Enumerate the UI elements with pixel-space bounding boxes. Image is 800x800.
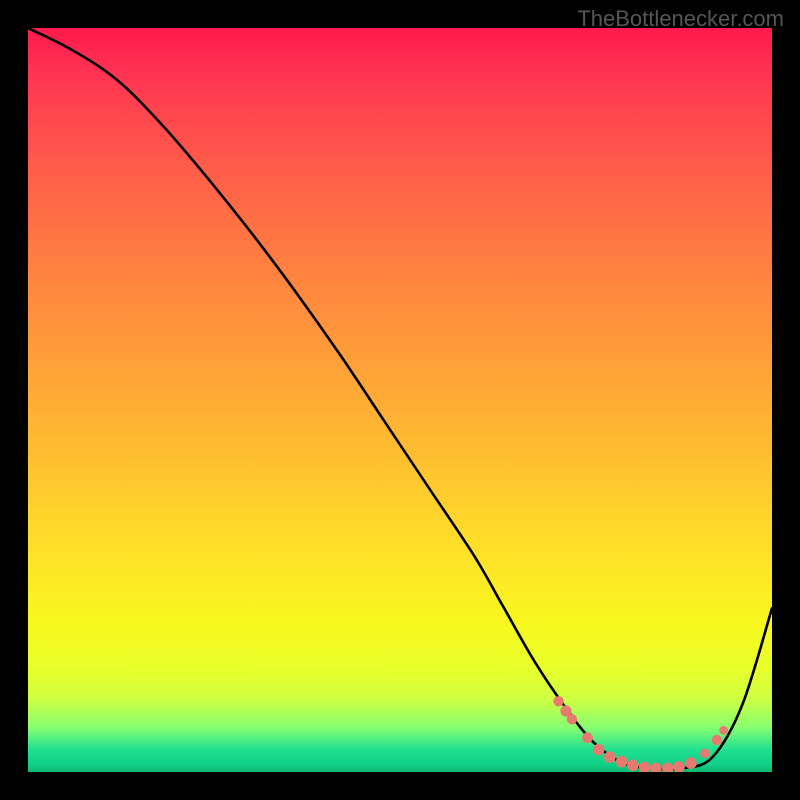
highlight-dot bbox=[582, 732, 593, 743]
highlight-dot bbox=[712, 735, 722, 745]
highlight-dot bbox=[662, 763, 674, 773]
highlight-dot bbox=[567, 714, 577, 724]
highlight-dot bbox=[719, 726, 728, 735]
highlight-dot bbox=[650, 763, 662, 773]
highlight-dot bbox=[639, 762, 651, 772]
chart-svg bbox=[28, 28, 772, 772]
highlight-dot bbox=[673, 761, 685, 772]
highlight-markers bbox=[553, 696, 728, 772]
highlight-dot bbox=[700, 749, 710, 759]
highlight-dot bbox=[616, 756, 628, 768]
chart-curve bbox=[28, 28, 772, 769]
highlight-dot bbox=[627, 760, 639, 772]
watermark-text: TheBottlenecker.com bbox=[577, 6, 784, 32]
highlight-dot bbox=[593, 744, 605, 756]
plot-area bbox=[28, 28, 772, 772]
highlight-dot bbox=[685, 757, 697, 769]
highlight-dot bbox=[553, 696, 563, 706]
chart-outer-frame: TheBottlenecker.com bbox=[0, 0, 800, 800]
highlight-dot bbox=[604, 751, 616, 763]
